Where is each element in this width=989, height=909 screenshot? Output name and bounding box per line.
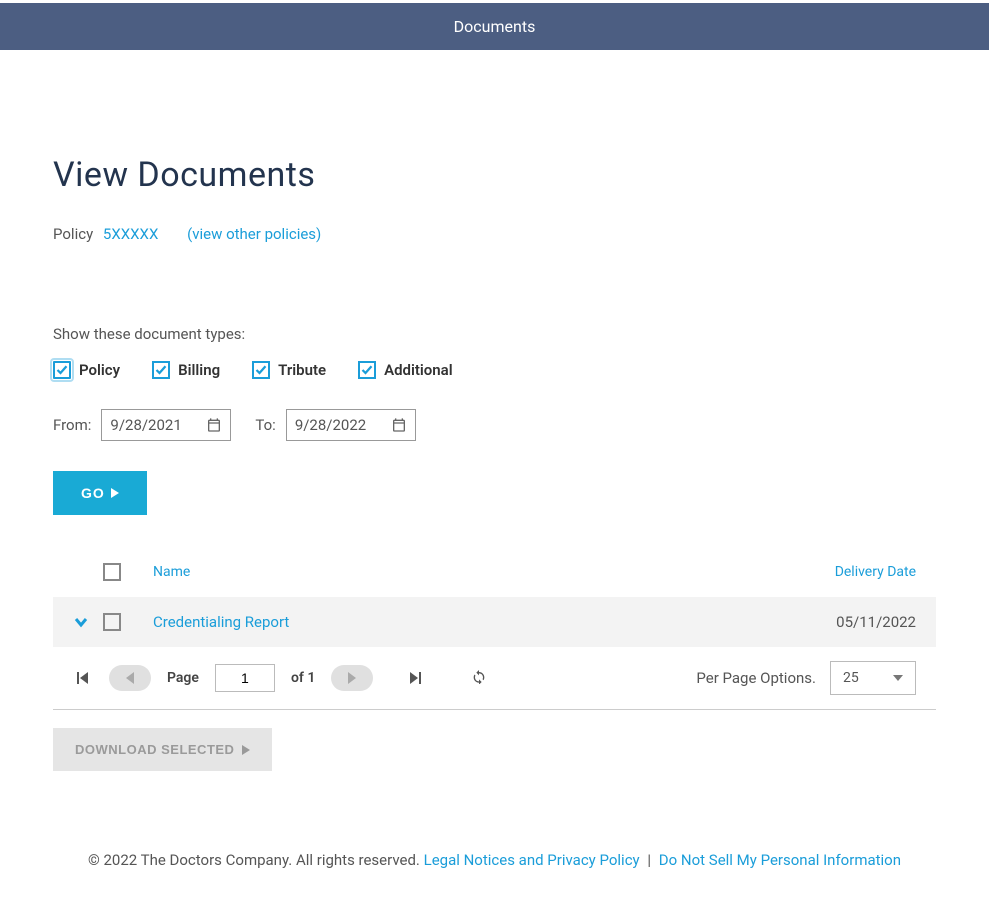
page-footer: © 2022 The Doctors Company. All rights r… [53, 851, 936, 909]
to-date-value: 9/28/2022 [295, 416, 366, 434]
row-checkbox[interactable] [103, 613, 121, 631]
check-icon [56, 364, 68, 376]
to-date-input[interactable]: 9/28/2022 [286, 409, 416, 441]
last-page-button[interactable] [405, 668, 425, 688]
footer-copyright: © 2022 The Doctors Company. All rights r… [88, 851, 420, 869]
download-selected-button[interactable]: DOWNLOAD SELECTED [53, 728, 272, 771]
checkbox-policy[interactable] [53, 361, 71, 379]
chevron-right-icon [347, 672, 357, 684]
pagination-bar: Page of 1 Per Page Options. 25 [53, 647, 936, 710]
page-number-input[interactable] [215, 664, 275, 692]
page-title: View Documents [53, 155, 936, 195]
check-icon [361, 364, 373, 376]
header-title: Documents [454, 17, 536, 36]
from-date-input[interactable]: 9/28/2021 [101, 409, 231, 441]
checkbox-additional-label: Additional [384, 361, 453, 379]
table-header-row: Name Delivery Date [53, 547, 936, 597]
page-header: Documents [0, 3, 989, 50]
footer-legal-link[interactable]: Legal Notices and Privacy Policy [424, 851, 640, 869]
select-all-checkbox[interactable] [103, 563, 121, 581]
checkbox-tribute-label: Tribute [278, 361, 326, 379]
checkbox-policy-label: Policy [79, 361, 120, 379]
chevron-left-icon [125, 672, 135, 684]
calendar-icon [206, 417, 222, 433]
play-icon [242, 745, 250, 755]
policy-row: Policy 5XXXXX (view other policies) [53, 225, 936, 243]
from-date-value: 9/28/2021 [110, 416, 181, 434]
policy-number-link[interactable]: 5XXXXX [103, 225, 158, 243]
refresh-button[interactable] [471, 668, 487, 688]
download-selected-label: DOWNLOAD SELECTED [75, 742, 234, 757]
play-icon [111, 488, 119, 498]
first-page-button[interactable] [73, 668, 93, 688]
policy-label: Policy [53, 225, 93, 243]
expand-row-button[interactable] [73, 614, 89, 630]
go-button-label: GO [81, 485, 105, 501]
doc-type-checkboxes: Policy Billing Tribute Additional [53, 361, 936, 379]
row-name-link[interactable]: Credentialing Report [153, 613, 786, 631]
doc-types-label: Show these document types: [53, 325, 936, 343]
last-page-icon [408, 671, 422, 685]
go-button[interactable]: GO [53, 471, 147, 515]
date-range-row: From: 9/28/2021 To: 9/28/2022 [53, 409, 936, 441]
footer-separator: | [647, 851, 651, 869]
checkbox-billing-label: Billing [178, 361, 220, 379]
checkbox-additional[interactable] [358, 361, 376, 379]
view-other-policies-link[interactable]: (view other policies) [187, 225, 321, 243]
check-icon [155, 364, 167, 376]
table-row: Credentialing Report 05/11/2022 [53, 597, 936, 647]
column-name[interactable]: Name [153, 564, 786, 580]
next-page-button[interactable] [331, 665, 373, 691]
documents-table: Name Delivery Date Credentialing Report … [53, 547, 936, 710]
per-page-label: Per Page Options. [696, 669, 816, 687]
checkbox-billing[interactable] [152, 361, 170, 379]
chevron-down-icon [73, 614, 89, 630]
caret-down-icon [893, 675, 903, 681]
per-page-value: 25 [843, 670, 859, 686]
page-label: Page [167, 670, 199, 686]
column-delivery-date[interactable]: Delivery Date [786, 564, 936, 580]
checkbox-tribute[interactable] [252, 361, 270, 379]
check-icon [255, 364, 267, 376]
footer-do-not-sell-link[interactable]: Do Not Sell My Personal Information [659, 851, 901, 869]
row-delivery-date: 05/11/2022 [786, 613, 936, 631]
per-page-select[interactable]: 25 [830, 661, 916, 695]
to-label: To: [255, 416, 275, 434]
first-page-icon [76, 671, 90, 685]
prev-page-button[interactable] [109, 665, 151, 691]
calendar-icon [391, 417, 407, 433]
page-of-label: of 1 [291, 670, 315, 686]
from-label: From: [53, 416, 91, 434]
refresh-icon [471, 668, 487, 684]
